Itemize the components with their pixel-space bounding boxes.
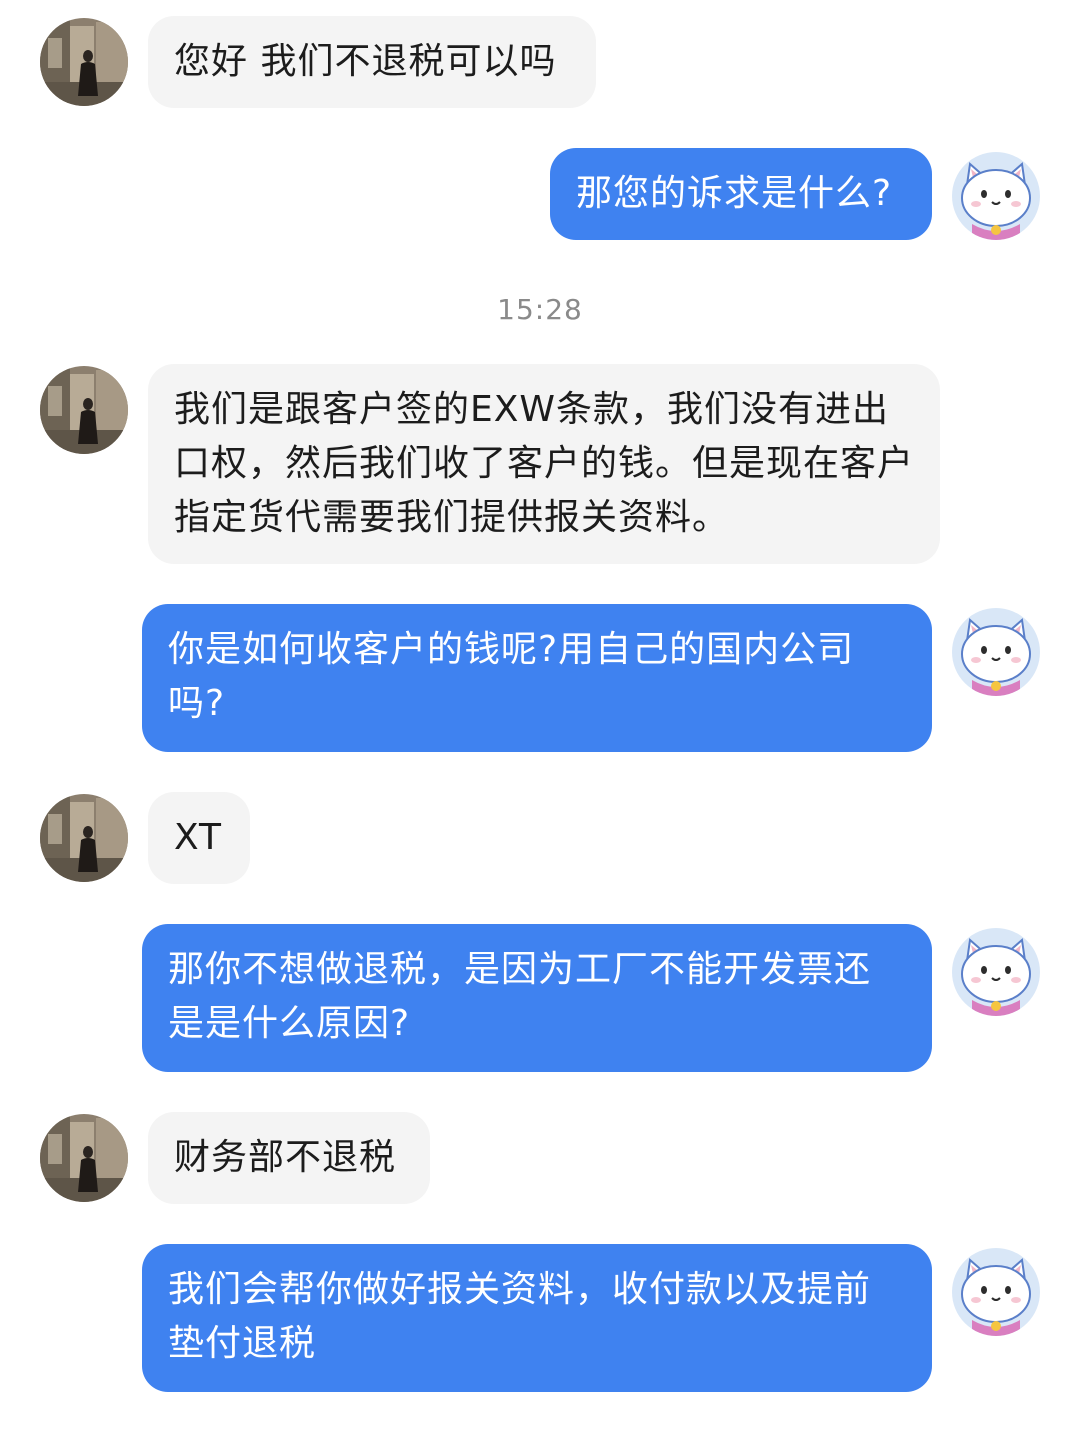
photo-avatar-icon [40, 794, 128, 882]
message-bubble-incoming[interactable]: XT [148, 792, 250, 884]
cartoon-cat-avatar-icon [952, 608, 1040, 696]
message-bubble-outgoing[interactable]: 我们会帮你做好报关资料，收付款以及提前垫付退税 [142, 1244, 932, 1392]
message-bubble-outgoing[interactable]: 那您的诉求是什么? [550, 148, 932, 240]
my-avatar[interactable] [952, 928, 1040, 1016]
message-bubble-outgoing[interactable]: 你是如何收客户的钱呢?用自己的国内公司吗? [142, 604, 932, 752]
my-avatar[interactable] [952, 152, 1040, 240]
my-avatar[interactable] [952, 608, 1040, 696]
cartoon-cat-avatar-icon [952, 152, 1040, 240]
message-bubble-incoming[interactable]: 我们是跟客户签的EXW条款，我们没有进出口权，然后我们收了客户的钱。但是现在客户… [148, 364, 940, 564]
contact-avatar[interactable] [40, 366, 128, 454]
photo-avatar-icon [40, 18, 128, 106]
photo-avatar-icon [40, 1114, 128, 1202]
message-bubble-incoming[interactable]: 财务部不退税 [148, 1112, 430, 1204]
message-bubble-outgoing[interactable]: 那你不想做退税，是因为工厂不能开发票还是是什么原因? [142, 924, 932, 1072]
cartoon-cat-avatar-icon [952, 1248, 1040, 1336]
cartoon-cat-avatar-icon [952, 928, 1040, 1016]
contact-avatar[interactable] [40, 794, 128, 882]
contact-avatar[interactable] [40, 18, 128, 106]
timestamp: 15:28 [497, 293, 583, 326]
photo-avatar-icon [40, 366, 128, 454]
contact-avatar[interactable] [40, 1114, 128, 1202]
my-avatar[interactable] [952, 1248, 1040, 1336]
message-bubble-incoming[interactable]: 您好 我们不退税可以吗 [148, 16, 596, 108]
